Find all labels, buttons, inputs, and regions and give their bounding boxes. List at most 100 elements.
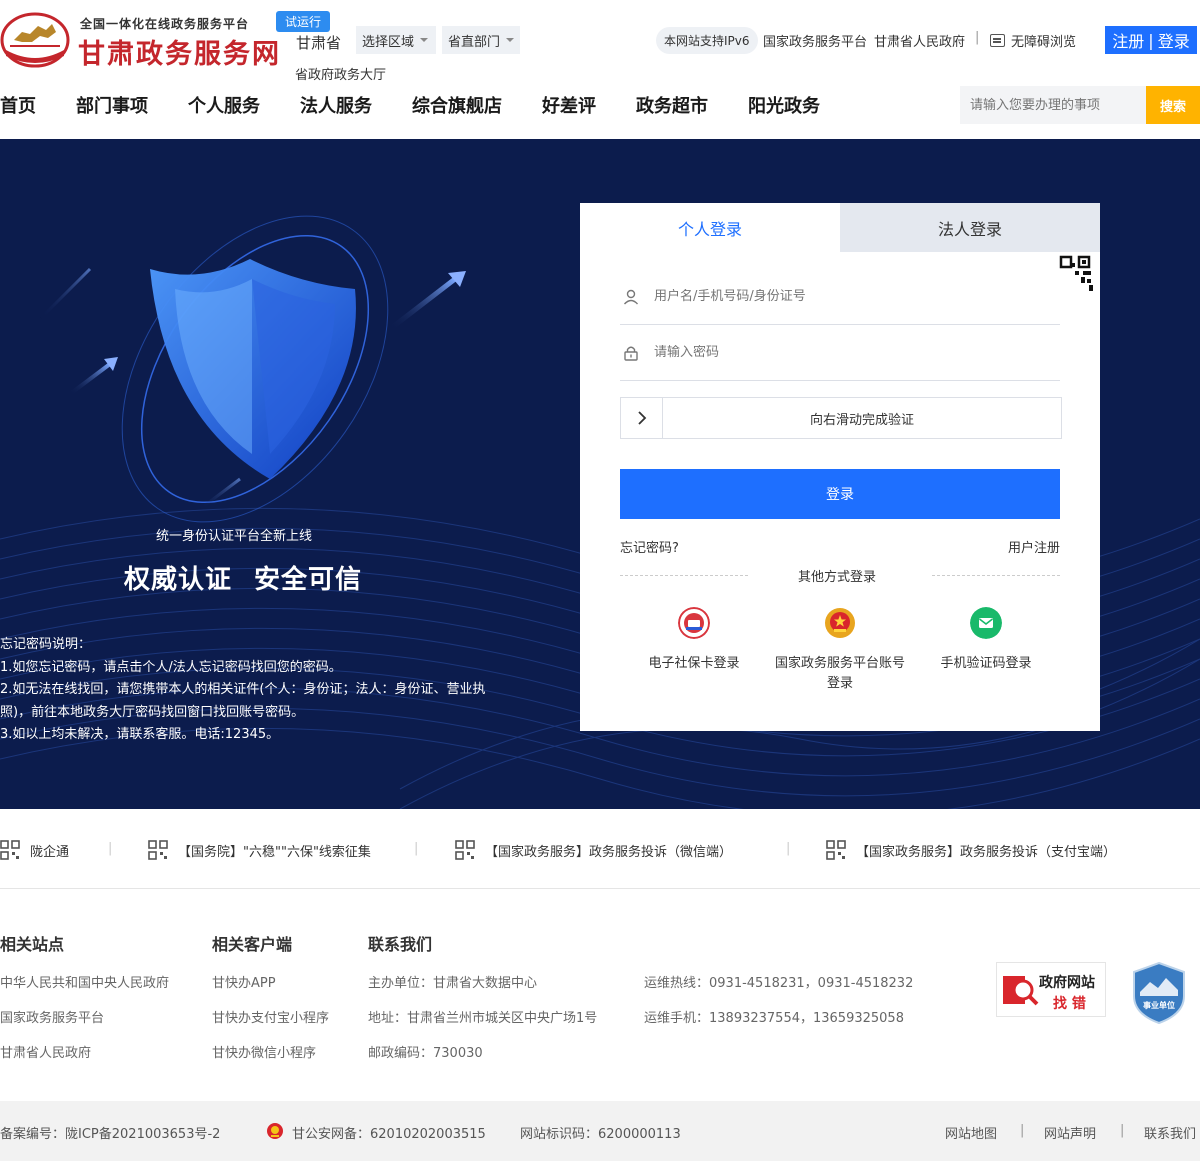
password-input[interactable] [654, 345, 1034, 360]
nav-item-flagship[interactable]: 综合旗舰店 [412, 92, 502, 120]
nav-item-home[interactable]: 首页 [0, 92, 36, 120]
username-input[interactable] [654, 289, 1034, 304]
footer-link-central-gov[interactable]: 中华人民共和国中央人民政府 [0, 972, 169, 991]
help-title: 忘记密码说明： [0, 637, 92, 652]
footer-link-national-platform[interactable]: 国家政务服务平台 [0, 1007, 104, 1026]
gansu-logo-icon[interactable] [0, 10, 70, 68]
slider-handle[interactable] [621, 398, 663, 438]
magnifier-icon [1003, 976, 1039, 1006]
search-input[interactable] [960, 86, 1146, 124]
national-platform-link[interactable]: 国家政务服务平台 [763, 31, 867, 50]
sms-login-label: 手机验证码登录 [940, 656, 1032, 671]
footer-postcode: 邮政编码：730030 [368, 1046, 483, 1061]
quick-link-six-stability[interactable]: 【国务院】"六稳""六保"线索征集 [148, 840, 371, 860]
provincial-hall-link[interactable]: 省政府政务大厅 [295, 64, 386, 83]
quick-link-label: 【国家政务服务】政务服务投诉（支付宝端） [856, 844, 1117, 860]
nav-item-market[interactable]: 政务超市 [636, 92, 708, 120]
login-card: 个人登录 法人登录 用户名/手机号码/身份证号 向右滑动完成验证 登录 忘记密码… [580, 203, 1100, 731]
register-link[interactable]: 注册 [1112, 28, 1144, 52]
police-record[interactable]: 甘公安网备：62010202003515 [292, 1123, 486, 1142]
select-dept-dropdown[interactable]: 省直部门 [442, 26, 520, 54]
statement-link[interactable]: 网站声明 [1044, 1123, 1096, 1142]
footer-link-app[interactable]: 甘快办APP [212, 972, 276, 991]
quick-link-complaint-wechat[interactable]: 【国家政务服务】政务服务投诉（微信端） [455, 840, 732, 860]
site-slogan: 全国一体化在线政务服务平台 [80, 17, 250, 31]
divider [620, 575, 748, 576]
header-separator: | [975, 30, 980, 45]
footer-col-sites-title: 相关站点 [0, 935, 65, 954]
chevron-right-icon [637, 411, 646, 425]
separator: | [786, 841, 791, 856]
sitemap-link[interactable]: 网站地图 [945, 1123, 997, 1142]
gov-badge-line2: 找 错 [1053, 996, 1086, 1012]
nav-item-dept[interactable]: 部门事项 [76, 92, 148, 120]
shield-badge-icon: 事业单位 [1133, 961, 1185, 1025]
footer-hotline: 运维热线：0931-4518231，0931-4518232 [644, 976, 914, 991]
accessibility-label: 无障碍浏览 [1011, 35, 1077, 50]
social-card-label: 电子社保卡登录 [648, 656, 740, 671]
login-button[interactable]: 登录 [620, 469, 1060, 519]
footer-link-gansu-gov[interactable]: 甘肃省人民政府 [0, 1042, 91, 1061]
separator: | [1120, 1123, 1125, 1138]
divider [932, 575, 1060, 576]
gansu-gov-link[interactable]: 甘肃省人民政府 [874, 31, 965, 50]
qr-code-icon [0, 840, 20, 860]
chevron-down-icon [420, 38, 429, 42]
login-link[interactable]: 登录 [1158, 28, 1190, 52]
quick-links-strip: 陇企通 | 【国务院】"六稳""六保"线索征集 | 【国家政务服务】政务服务投诉… [0, 809, 1200, 889]
other-login-label: 其他方式登录 [798, 570, 877, 585]
search-button[interactable]: 搜索 [1146, 86, 1200, 124]
tab-legal-login[interactable]: 法人登录 [840, 203, 1100, 252]
message-icon [970, 607, 1002, 639]
quick-link-longqitong[interactable]: 陇企通 [0, 840, 69, 860]
banner-subtitle: 统一身份认证平台全新上线 [156, 529, 313, 544]
select-area-label: 选择区域 [362, 34, 415, 50]
help-line-3: 3.如以上均未解决，请联系客服。电话:12345。 [0, 727, 280, 742]
qr-code-icon [826, 840, 846, 860]
sms-login[interactable]: 手机验证码登录 [916, 607, 1056, 674]
footer-link-alipay-miniapp[interactable]: 甘快办支付宝小程序 [212, 1007, 329, 1026]
accessibility-link[interactable]: 无障碍浏览 [990, 31, 1076, 50]
chevron-down-icon [506, 38, 514, 42]
footer-mobile: 运维手机：13893237554，13659325058 [644, 1011, 904, 1026]
footer-col-contact-title: 联系我们 [368, 935, 433, 954]
password-field [620, 325, 1060, 381]
tab-personal-login[interactable]: 个人登录 [580, 203, 840, 252]
select-area-dropdown[interactable]: 选择区域 [356, 26, 436, 54]
icp-record[interactable]: 备案编号：陇ICP备2021003653号-2 [0, 1123, 220, 1142]
login-tabs: 个人登录 法人登录 [580, 203, 1100, 252]
contact-link[interactable]: 联系我们 [1144, 1123, 1196, 1142]
gov-badge-line1: 政府网站 [1039, 975, 1095, 991]
login-banner: 统一身份认证平台全新上线 权威认证 安全可信 忘记密码说明： 1.如您忘记密码，请… [0, 139, 1200, 809]
slide-verify: 向右滑动完成验证 [620, 397, 1062, 439]
footer-host-unit: 主办单位：甘肃省大数据中心 [368, 976, 538, 991]
lock-icon [624, 346, 638, 361]
ipv6-badge: 本网站支持IPv6 [656, 27, 758, 54]
select-dept-label: 省直部门 [448, 34, 501, 50]
national-platform-label: 国家政务服务平台账号登录 [774, 656, 905, 691]
national-platform-login[interactable]: 国家政务服务平台账号登录 [770, 607, 910, 694]
quick-link-label: 【国务院】"六稳""六保"线索征集 [178, 844, 371, 860]
quick-link-complaint-alipay[interactable]: 【国家政务服务】政务服务投诉（支付宝端） [826, 840, 1116, 860]
site-header: 全国一体化在线政务服务平台 甘肃政务服务网 试运行 甘肃省 选择区域 省直部门 … [0, 0, 1200, 139]
password-help: 忘记密码说明： 1.如您忘记密码，请点击个人/法人忘记密码找回您的密码。 2.如… [0, 634, 490, 747]
qr-login-icon[interactable] [1057, 255, 1095, 295]
nav-item-legal[interactable]: 法人服务 [300, 92, 372, 120]
unit-badge-text: 事业单位 [1143, 1000, 1175, 1010]
banner-title: 权威认证 安全可信 [124, 559, 362, 596]
separator: | [108, 841, 113, 856]
public-institution-badge[interactable]: 事业单位 [1132, 961, 1186, 1025]
gov-site-error-badge[interactable]: 政府网站 找 错 [996, 962, 1106, 1017]
help-line-1: 1.如您忘记密码，请点击个人/法人忘记密码找回您的密码。 [0, 659, 342, 675]
main-nav: 首页 部门事项 个人服务 法人服务 综合旗舰店 好差评 政务超市 阳光政务 [0, 92, 860, 120]
nav-item-sunshine[interactable]: 阳光政务 [748, 92, 820, 120]
nav-item-personal[interactable]: 个人服务 [188, 92, 260, 120]
site-title[interactable]: 甘肃政务服务网 [78, 32, 281, 71]
quick-link-label: 陇企通 [30, 844, 70, 860]
province-label: 甘肃省 [296, 34, 342, 52]
user-register-link[interactable]: 用户注册 [1008, 537, 1060, 556]
nav-item-review[interactable]: 好差评 [542, 92, 596, 120]
footer-link-wechat-miniapp[interactable]: 甘快办微信小程序 [212, 1042, 316, 1061]
social-card-login[interactable]: 电子社保卡登录 [624, 607, 764, 674]
forgot-password-link[interactable]: 忘记密码? [620, 537, 679, 556]
